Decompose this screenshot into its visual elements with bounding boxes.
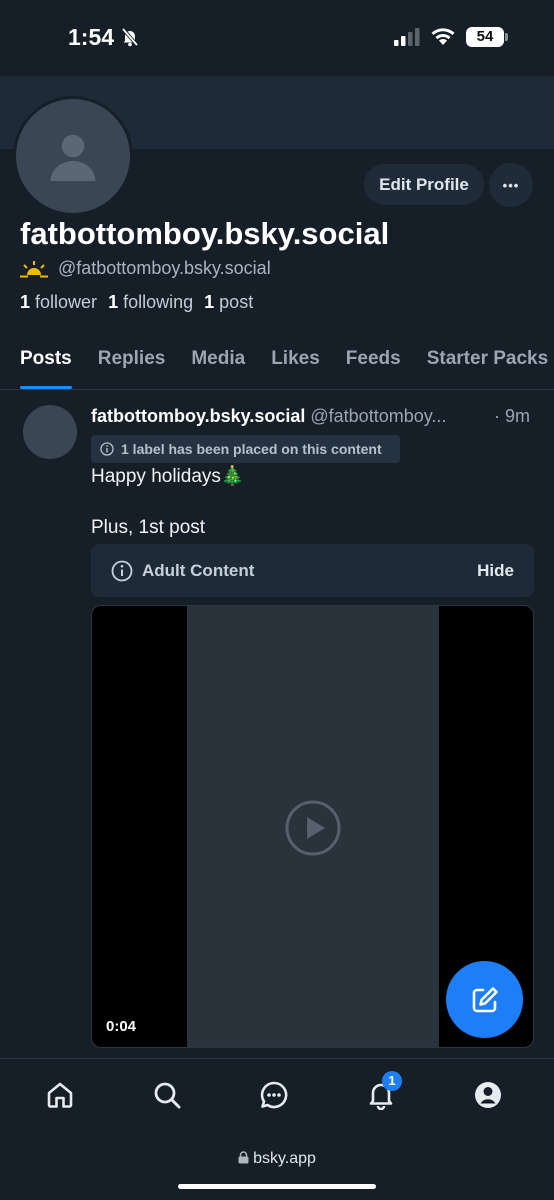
post-author-name[interactable]: fatbottomboy.bsky.social bbox=[91, 406, 305, 426]
posts-stat: 1 post bbox=[204, 292, 253, 313]
battery-level: 54 bbox=[466, 27, 504, 47]
followers-count: 1 bbox=[20, 292, 31, 312]
home-indicator bbox=[178, 1184, 376, 1189]
bottom-navigation: 1 bbox=[0, 1058, 554, 1132]
status-bar: 1:54 54 bbox=[0, 0, 554, 76]
signal-icon bbox=[394, 28, 420, 51]
posts-count: 1 bbox=[204, 292, 215, 312]
battery-tip bbox=[505, 33, 508, 41]
notification-badge: 1 bbox=[382, 1071, 402, 1091]
hide-content-button[interactable]: Hide bbox=[477, 561, 514, 581]
tab-posts-label: Posts bbox=[20, 348, 72, 369]
nav-search[interactable] bbox=[147, 1075, 187, 1115]
post-text-line2: Plus, 1st post bbox=[91, 517, 206, 538]
tab-feeds[interactable]: Feeds bbox=[346, 344, 401, 389]
nav-chat[interactable] bbox=[254, 1075, 294, 1115]
info-icon bbox=[100, 442, 114, 456]
video-placeholder bbox=[187, 606, 439, 1047]
tab-replies[interactable]: Replies bbox=[98, 344, 166, 389]
post-text-line1: Happy holidays🎄 bbox=[91, 466, 245, 487]
more-options-button[interactable]: ••• bbox=[489, 163, 533, 207]
edit-profile-button[interactable]: Edit Profile bbox=[364, 164, 484, 205]
status-time: 1:54 bbox=[68, 24, 115, 50]
following-count: 1 bbox=[108, 292, 119, 312]
nav-profile[interactable] bbox=[468, 1075, 508, 1115]
search-icon bbox=[154, 1082, 181, 1109]
post-author-handle[interactable]: @fatbottomboy... bbox=[310, 406, 446, 426]
label-notice-text: 1 label has been placed on this content bbox=[121, 441, 382, 457]
tab-starter-packs-label: Starter Packs bbox=[426, 348, 549, 369]
nav-home[interactable] bbox=[40, 1075, 80, 1115]
profile-display-name: fatbottomboy.bsky.social bbox=[20, 216, 390, 251]
bell-off-icon bbox=[120, 27, 140, 52]
tab-starter-packs[interactable]: Starter Packs bbox=[427, 344, 548, 389]
tab-media-label: Media bbox=[191, 348, 246, 369]
tab-likes[interactable]: Likes bbox=[271, 344, 320, 389]
active-tab-indicator bbox=[20, 386, 72, 389]
tab-feeds-label: Feeds bbox=[345, 348, 401, 369]
post-header: fatbottomboy.bsky.social @fatbottomboy..… bbox=[91, 406, 541, 427]
tab-posts[interactable]: Posts bbox=[20, 344, 72, 389]
tab-likes-label: Likes bbox=[271, 348, 320, 369]
post-body: Happy holidays🎄 Plus, 1st post bbox=[91, 462, 531, 541]
posts-label: post bbox=[219, 292, 254, 312]
compose-icon bbox=[472, 986, 498, 1012]
tab-media[interactable]: Media bbox=[191, 344, 245, 389]
profile-tabs: Posts Replies Media Likes Feeds Starter … bbox=[0, 344, 554, 390]
profile-handle-row: @fatbottomboy.bsky.social bbox=[20, 258, 271, 279]
browser-url-bar[interactable]: bsky.app bbox=[0, 1132, 554, 1200]
wifi-icon bbox=[430, 26, 456, 51]
post-timestamp[interactable]: · 9m bbox=[494, 406, 530, 427]
play-icon bbox=[285, 800, 341, 855]
profile-icon bbox=[475, 1082, 501, 1108]
followers-label: follower bbox=[35, 292, 98, 312]
compose-post-button[interactable] bbox=[446, 961, 523, 1038]
adult-content-warning: Adult Content Hide bbox=[91, 544, 534, 597]
lock-icon bbox=[238, 1151, 249, 1164]
chat-bubble-icon bbox=[260, 1081, 288, 1109]
following-label: following bbox=[123, 292, 194, 312]
url-text: bsky.app bbox=[253, 1150, 316, 1167]
ellipsis-icon: ••• bbox=[502, 177, 520, 193]
profile-stats: 1 follower 1 following 1 post bbox=[20, 292, 264, 313]
content-label-notice[interactable]: 1 label has been placed on this content bbox=[91, 435, 400, 463]
video-duration: 0:04 bbox=[106, 1018, 137, 1035]
tab-replies-label: Replies bbox=[97, 348, 166, 369]
adult-content-label: Adult Content bbox=[142, 560, 255, 580]
avatar-placeholder bbox=[16, 99, 130, 213]
followers-stat[interactable]: 1 follower bbox=[20, 292, 97, 313]
info-icon bbox=[111, 560, 133, 581]
profile-avatar[interactable] bbox=[13, 96, 133, 216]
sunrise-icon bbox=[20, 260, 48, 278]
post-author-avatar[interactable] bbox=[23, 405, 77, 459]
profile-handle: @fatbottomboy.bsky.social bbox=[58, 258, 271, 278]
following-stat[interactable]: 1 following bbox=[108, 292, 193, 313]
url-display: bsky.app bbox=[0, 1150, 554, 1168]
home-icon bbox=[47, 1082, 73, 1108]
